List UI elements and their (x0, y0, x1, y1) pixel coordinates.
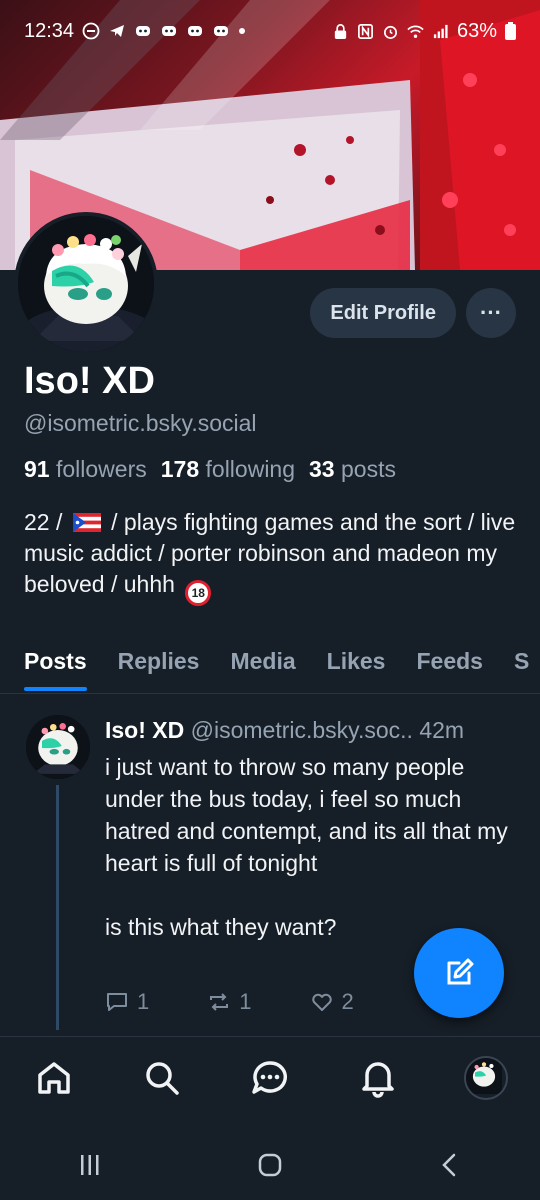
posts-count: 33 (309, 456, 335, 482)
post-actions: 1 1 2 (105, 989, 354, 1015)
tab-likes[interactable]: Likes (327, 630, 386, 693)
recent-apps-icon[interactable] (75, 1150, 105, 1180)
puerto-rico-flag-icon (72, 513, 101, 532)
repost-count: 1 (239, 989, 252, 1014)
nfc-icon (358, 23, 373, 39)
profile-actions: Edit Profile ··· (310, 288, 516, 338)
post-author-name[interactable]: Iso! XD (105, 717, 184, 743)
profile-tabs: Posts Replies Media Likes Feeds S (0, 630, 540, 694)
compose-button[interactable] (414, 928, 504, 1018)
bio-text-start: 22 / (24, 509, 69, 535)
avatar (464, 1056, 508, 1100)
bell-icon (362, 1062, 394, 1098)
like-count: 2 (341, 989, 354, 1014)
post-header: Iso! XD @isometric.bsky.soc.. 42m (105, 717, 464, 744)
tab-feeds[interactable]: Feeds (416, 630, 482, 693)
signal-icon (433, 24, 448, 38)
battery-icon (505, 22, 516, 40)
telegram-icon (110, 25, 125, 37)
edit-profile-button[interactable]: Edit Profile (310, 288, 456, 338)
bottom-navigation (0, 1036, 540, 1119)
nav-search[interactable] (132, 1048, 192, 1108)
following-count: 178 (160, 456, 200, 482)
repost-button[interactable]: 1 (207, 989, 252, 1015)
tab-starter-packs[interactable]: S (514, 630, 529, 693)
following-label: following (205, 456, 296, 482)
reply-icon (107, 993, 127, 1011)
reply-count: 1 (137, 989, 150, 1014)
notification-dot-icon (239, 28, 246, 34)
discord-icon (214, 26, 229, 36)
wifi-icon (407, 25, 424, 38)
home-button-icon[interactable] (255, 1150, 285, 1180)
compose-icon (447, 958, 474, 985)
dnd-icon (82, 22, 100, 40)
nav-profile[interactable] (456, 1048, 516, 1108)
battery-percent: 63% (456, 19, 497, 42)
post-timestamp: 42m (419, 717, 465, 743)
avatar-image (466, 1058, 502, 1094)
reply-button[interactable]: 1 (105, 989, 149, 1015)
nav-chat[interactable] (240, 1048, 300, 1108)
discord-icon (162, 26, 177, 36)
system-navigation-bar (0, 1130, 540, 1200)
profile-bio: 22 / / plays fighting games and the sort… (24, 507, 524, 606)
posts-label: posts (341, 456, 396, 482)
tab-posts[interactable]: Posts (24, 630, 87, 693)
post-author-handle[interactable]: @isometric.bsky.soc.. (191, 717, 413, 743)
followers-label: followers (55, 456, 147, 482)
no-under-18-icon: 18 (185, 580, 212, 606)
discord-icon (188, 26, 203, 36)
heart-icon (311, 993, 332, 1011)
nav-home[interactable] (24, 1048, 84, 1108)
home-icon (38, 1062, 70, 1094)
followers-stat[interactable]: 91 followers (24, 456, 147, 483)
tab-media[interactable]: Media (230, 630, 295, 693)
repost-icon (210, 993, 229, 1011)
like-button[interactable]: 2 (310, 989, 354, 1015)
display-name: Iso! XD (24, 360, 155, 402)
more-icon: ··· (480, 300, 502, 325)
tab-replies[interactable]: Replies (118, 630, 200, 693)
profile-handle: @isometric.bsky.social (24, 410, 257, 436)
status-bar: 12:34 63% (0, 0, 540, 62)
back-icon[interactable] (435, 1150, 465, 1180)
alarm-icon (383, 25, 397, 39)
thread-line (56, 785, 59, 1030)
lock-icon (334, 23, 347, 39)
chat-icon (252, 1061, 287, 1094)
post-author-avatar[interactable] (26, 715, 90, 779)
following-stat[interactable]: 178 following (161, 456, 295, 483)
search-icon (146, 1062, 179, 1095)
discord-icon (136, 26, 151, 36)
post-text: i just want to throw so many people unde… (105, 754, 508, 940)
profile-avatar[interactable] (14, 212, 158, 356)
profile-stats: 91 followers 178 following 33 posts (24, 456, 396, 483)
followers-count: 91 (24, 456, 50, 482)
avatar-image (18, 216, 154, 352)
status-time: 12:34 (24, 19, 75, 42)
avatar-image (26, 715, 90, 779)
posts-stat: 33 posts (309, 456, 396, 483)
more-options-button[interactable]: ··· (466, 288, 516, 338)
nav-notifications[interactable] (348, 1048, 408, 1108)
